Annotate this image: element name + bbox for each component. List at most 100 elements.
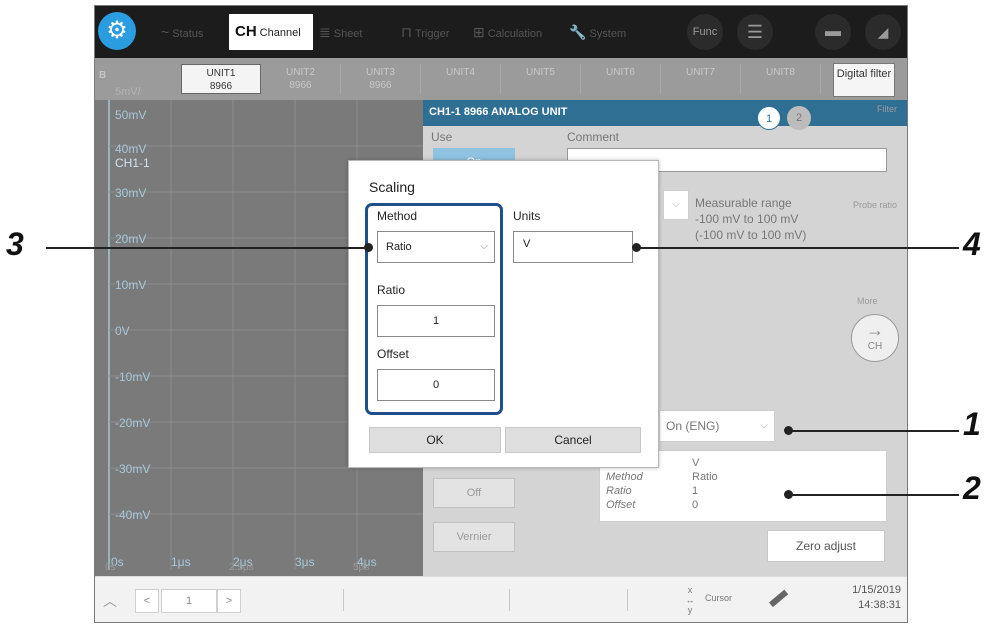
channel-label: CH1-1	[115, 156, 150, 170]
side-label-probe: Probe ratio	[853, 200, 898, 210]
x-axis-label: 1μs	[171, 555, 191, 569]
usb-drive-icon: ▬	[761, 581, 792, 611]
units-input[interactable]: V	[513, 231, 633, 263]
y-axis-label: -10mV	[115, 370, 151, 384]
method-select[interactable]: Ratio ⌵	[377, 231, 495, 263]
info-offset-value: 0	[692, 499, 699, 511]
info-ratio-value: 1	[692, 485, 699, 497]
zero-adjust-button[interactable]: Zero adjust	[767, 530, 885, 562]
unit-tabs-row: UNIT1 8966 UNIT2 8966 UNIT3 8966 UNIT4 UNIT…	[95, 58, 907, 100]
collapse-arrow-icon[interactable]: ◢	[865, 14, 901, 50]
units-label: Units	[513, 209, 541, 223]
sheet-icon: ≣	[319, 24, 331, 40]
status-bar: ︿ < 1 > x ↔ y Cursor ▬ 1/15/2019 14:38:31	[95, 576, 907, 622]
cursor-xy-icon[interactable]: x ↔ y	[675, 585, 705, 615]
y-axis-label: 10mV	[115, 278, 147, 292]
unit-tab-4[interactable]: UNIT4	[421, 64, 501, 94]
sheet-marker: B	[99, 70, 107, 81]
range-chevron-down-icon[interactable]: ⌵	[663, 190, 689, 220]
status-time: 14:38:31	[858, 599, 901, 611]
ok-button[interactable]: OK	[369, 427, 501, 453]
unit-tab-2[interactable]: UNIT2 8966	[261, 64, 341, 94]
ch-arrow-button[interactable]: → CH	[851, 314, 899, 362]
measurable-range-label: Measurable range	[695, 196, 792, 210]
unit-tab-5[interactable]: UNIT5	[501, 64, 581, 94]
cancel-button[interactable]: Cancel	[505, 427, 641, 453]
callout-dot	[784, 426, 793, 435]
tab-sheet[interactable]: ≣ Sheet	[319, 14, 381, 50]
callout-number: 2	[963, 470, 981, 506]
collapse-up-icon[interactable]: ︿	[103, 591, 117, 611]
callout-number: 1	[963, 406, 981, 442]
scaling-dialog: Scaling Method Ratio ⌵ Ratio 1 Offset 0 …	[348, 160, 659, 468]
y-axis-label: 0V	[115, 324, 130, 338]
trigger-icon: ⊓	[401, 24, 412, 40]
callout-line	[46, 247, 368, 249]
digital-filter-button[interactable]: Digital filter	[833, 63, 895, 97]
page-2-button[interactable]: 2	[787, 106, 811, 130]
measurable-range-value: -100 mV to 100 mV	[695, 212, 799, 226]
x-axis-label: 3μs	[295, 555, 315, 569]
side-label-more: More	[857, 296, 878, 306]
folder-icon[interactable]: ▬	[815, 14, 851, 50]
tab-system[interactable]: 🔧 System	[569, 14, 639, 50]
method-label: Method	[377, 209, 418, 223]
unit-tab-7[interactable]: UNIT7	[661, 64, 741, 94]
next-page-button[interactable]: >	[217, 589, 241, 613]
divider	[509, 589, 510, 611]
callout-line	[788, 430, 959, 432]
page-1-button[interactable]: 1	[757, 106, 781, 130]
tab-status[interactable]: ~ Status	[161, 14, 225, 50]
page-field[interactable]: 1	[161, 589, 217, 613]
prev-page-button[interactable]: <	[135, 589, 159, 613]
tab-trigger[interactable]: ⊓ Trigger	[401, 14, 463, 50]
x-ghost-label: 0s	[105, 562, 116, 573]
ratio-input[interactable]: 1	[377, 305, 495, 337]
y-axis-label: -30mV	[115, 462, 151, 476]
info-ratio-key: Ratio	[606, 485, 632, 497]
callout-number: 3	[6, 226, 24, 262]
list-menu-icon[interactable]: ☰	[737, 14, 773, 50]
offset-input[interactable]: 0	[377, 369, 495, 401]
func-button[interactable]: Func	[687, 14, 723, 50]
tab-channel[interactable]: CH Channel	[229, 14, 313, 50]
vernier-button[interactable]: Vernier	[433, 522, 515, 552]
ratio-label: Ratio	[377, 283, 406, 297]
callout-line	[788, 494, 959, 496]
dialog-title: Scaling	[369, 179, 415, 195]
off-button[interactable]: Off	[433, 478, 515, 508]
callout-dot	[364, 243, 373, 252]
settings-gear-icon[interactable]: ⚙	[98, 12, 136, 50]
status-icon: ~	[161, 24, 170, 40]
unit-tab-1[interactable]: UNIT1 8966	[181, 64, 261, 94]
panel-header: CH1-1 8966 ANALOG UNIT	[423, 100, 907, 126]
use-label: Use	[431, 130, 453, 144]
y-axis-label: 40mV	[115, 142, 147, 156]
scaling-select[interactable]: On (ENG) ⌵	[659, 410, 775, 442]
chevron-down-icon: ⌵	[480, 241, 488, 252]
y-axis-label: 50mV	[115, 108, 147, 122]
x-ghost-label: 5μs	[353, 562, 370, 573]
unit-tab-8[interactable]: UNIT8	[741, 64, 821, 94]
unit-tab-3[interactable]: UNIT3 8966	[341, 64, 421, 94]
y-axis-label: -40mV	[115, 508, 151, 522]
divider	[343, 589, 344, 611]
channel-icon: CH	[235, 23, 257, 40]
cursor-label[interactable]: Cursor	[705, 593, 732, 603]
info-method-key: Method	[606, 471, 643, 483]
status-date: 1/15/2019	[852, 584, 901, 596]
offset-label: Offset	[377, 347, 409, 361]
y-axis-label: 30mV	[115, 186, 147, 200]
wrench-icon: 🔧	[569, 24, 587, 40]
scale-label: 5mV/	[115, 86, 141, 98]
callout-dot	[784, 490, 793, 499]
measurable-range-alt: (-100 mV to 100 mV)	[695, 228, 807, 242]
calculation-icon: ⊞	[473, 24, 485, 40]
info-offset-key: Offset	[606, 499, 636, 511]
side-label-filter: Filter	[877, 104, 897, 114]
unit-tab-6[interactable]: UNIT6	[581, 64, 661, 94]
x-ghost-label: 2.5μs	[229, 562, 254, 573]
tab-calculation[interactable]: ⊞ Calculation	[473, 14, 563, 50]
callout-line	[636, 247, 959, 249]
y-axis-label: 20mV	[115, 232, 147, 246]
